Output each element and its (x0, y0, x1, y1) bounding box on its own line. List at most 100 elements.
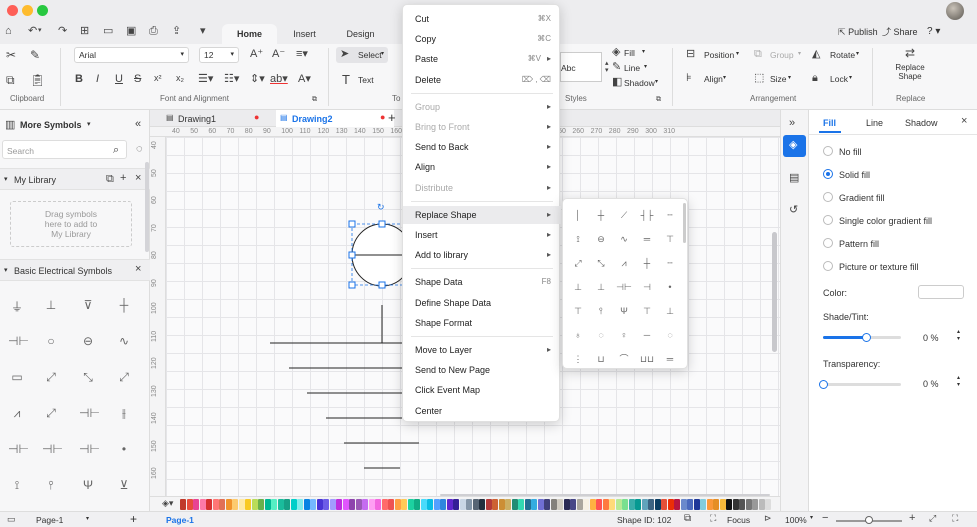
single-color-gradient-radio[interactable] (823, 215, 833, 225)
styles-expand-icon[interactable]: ⧉ (656, 96, 661, 103)
resize-handle[interactable] (348, 220, 356, 228)
replacement-shape-icon[interactable]: ⊣⊢ (615, 279, 633, 295)
resize-handle[interactable] (378, 281, 386, 289)
bold-icon[interactable]: B (75, 74, 83, 85)
color-swatch[interactable] (505, 499, 511, 510)
color-swatch[interactable] (394, 499, 401, 510)
color-picker[interactable] (918, 285, 964, 299)
copy-icon[interactable]: ⧉ (6, 74, 15, 86)
search-options-icon[interactable]: ◌ (136, 144, 143, 155)
crystal-symbol-icon[interactable]: ⊣⊢ (8, 442, 29, 456)
thermistor-symbol-icon[interactable]: ⤢ (42, 406, 60, 421)
fit-page-icon[interactable]: ⤢ (929, 514, 936, 523)
color-swatch[interactable] (336, 499, 342, 510)
color-swatch[interactable] (596, 499, 602, 510)
style-preview[interactable]: Abc (560, 52, 602, 82)
color-swatch[interactable] (212, 499, 219, 510)
color-swatch[interactable] (758, 499, 765, 510)
antenna-symbol-icon[interactable]: ⟟ (8, 478, 26, 493)
resize-handle[interactable] (378, 220, 386, 228)
color-swatch[interactable] (557, 499, 563, 510)
basic-electrical-header[interactable]: ▾ Basic Electrical Symbols × (0, 259, 150, 281)
color-swatch[interactable] (674, 499, 680, 510)
font-size-select[interactable]: 12 ▾ (199, 47, 239, 63)
resize-handle[interactable] (348, 251, 356, 259)
color-swatch[interactable] (225, 499, 232, 510)
color-swatch[interactable] (661, 499, 667, 510)
color-swatch[interactable] (524, 499, 531, 510)
close-panel-icon[interactable]: × (961, 116, 967, 127)
color-swatch[interactable] (219, 499, 225, 510)
text-highlight-icon[interactable]: A▾ (298, 74, 311, 85)
history-icon[interactable]: ↺ (789, 205, 798, 216)
undo-dropdown-icon[interactable]: ▾ (38, 27, 42, 34)
menu-item-copy[interactable]: Copy ⌘C (403, 30, 561, 48)
color-swatch[interactable] (199, 499, 206, 510)
replacement-shape-icon[interactable]: Ψ (615, 303, 633, 319)
zoom-in-icon[interactable]: + (909, 513, 915, 524)
doc-tab-drawing2[interactable]: ▤ Drawing2 ● (276, 110, 394, 127)
replacement-shape-icon[interactable]: ◌ (592, 327, 610, 343)
page-layout-icon[interactable]: ▭ (7, 515, 16, 524)
menu-item-define-shape-data[interactable]: Define Shape Data (403, 294, 561, 312)
fill-color-icon[interactable]: ◈▾ (162, 499, 173, 508)
replacement-shape-icon[interactable]: ⊖ (592, 231, 610, 247)
menu-item-move-to-layer[interactable]: Move to Layer ▸ (403, 341, 561, 359)
menu-item-add-to-library[interactable]: Add to library ▸ (403, 246, 561, 264)
replacement-shape-icon[interactable]: ⊔ (592, 351, 610, 367)
color-swatch[interactable] (687, 499, 693, 510)
color-swatch[interactable] (752, 499, 758, 510)
canvas-vertical-scrollbar[interactable] (772, 232, 777, 352)
aerial-symbol-icon[interactable]: Ψ (79, 478, 97, 492)
color-swatch[interactable] (719, 499, 726, 510)
replacement-shape-icon[interactable]: ┼ (592, 207, 610, 223)
superscript-icon[interactable]: x² (154, 74, 162, 83)
replacement-shape-icon[interactable]: ⋮ (569, 351, 587, 367)
focus-icon[interactable]: ⛶ (710, 514, 716, 523)
pattern-fill-radio[interactable] (823, 238, 833, 248)
menu-item-insert[interactable]: Insert ▸ (403, 226, 561, 244)
signal-symbol-icon[interactable]: ⊻ (115, 478, 133, 492)
fill-format-tab[interactable]: ◈ (783, 135, 806, 157)
canvas-horizontal-scrollbar[interactable] (440, 494, 770, 496)
library-drop-zone[interactable]: Drag symbols here to add to My Library (10, 201, 132, 247)
color-swatch[interactable] (732, 499, 739, 510)
transparency-slider-track[interactable] (823, 383, 901, 386)
color-swatch[interactable] (329, 499, 336, 510)
color-swatch[interactable] (303, 499, 310, 510)
tab-design[interactable]: Design (338, 24, 383, 44)
menu-item-shape-data[interactable]: Shape Data F8 (403, 273, 561, 291)
color-swatch[interactable] (427, 499, 433, 510)
gradient-fill-radio[interactable] (823, 192, 833, 202)
menu-item-click-event-map[interactable]: Click Event Map (403, 381, 561, 399)
close-basic-electrical-icon[interactable]: × (135, 264, 141, 275)
picture-texture-fill-radio[interactable] (823, 261, 833, 271)
replacement-shape-icon[interactable]: ⤢ (569, 255, 587, 271)
replacement-shape-icon[interactable]: ⊥ (661, 303, 679, 319)
search-input[interactable]: Search ⌕ (2, 140, 127, 159)
increase-font-icon[interactable]: A⁺ (250, 49, 263, 60)
color-swatch[interactable] (550, 499, 557, 510)
replacement-shape-icon[interactable]: ╌ (661, 255, 679, 271)
color-swatch[interactable] (518, 499, 524, 510)
my-library-header[interactable]: ▾ My Library ⧉ + × (0, 168, 150, 190)
size-button[interactable]: ⬚ Size ▾ (754, 73, 791, 85)
transparency-value[interactable]: 0 % (923, 379, 939, 389)
bullet-list-icon[interactable]: ☷▾ (224, 74, 239, 85)
color-swatch[interactable] (739, 499, 745, 510)
my-library-expand-icon[interactable]: ▾ (4, 175, 8, 183)
resistor-symbol-icon[interactable]: ⩘ (8, 406, 26, 421)
replacement-shape-icon[interactable]: ⫯ (592, 303, 610, 319)
replacement-shape-icon[interactable]: ⟟ (569, 231, 587, 247)
replacement-shape-icon[interactable]: ⩘ (615, 255, 633, 271)
line-spacing-icon[interactable]: ⇕▾ (250, 74, 265, 85)
group-button[interactable]: ⧉ Group ▾ (754, 49, 801, 61)
line-button[interactable]: ✎ Line ▾ (612, 62, 647, 74)
submenu-scrollbar[interactable] (683, 203, 686, 243)
menu-item-delete[interactable]: Delete ⌦ , ⌫ (403, 71, 561, 89)
new-file-icon[interactable]: ⊞ (80, 26, 89, 37)
color-swatch[interactable] (589, 499, 596, 510)
tab-home[interactable]: Home (222, 24, 277, 44)
color-swatch[interactable] (271, 499, 277, 510)
replacement-shape-icon[interactable]: ═ (661, 351, 679, 367)
